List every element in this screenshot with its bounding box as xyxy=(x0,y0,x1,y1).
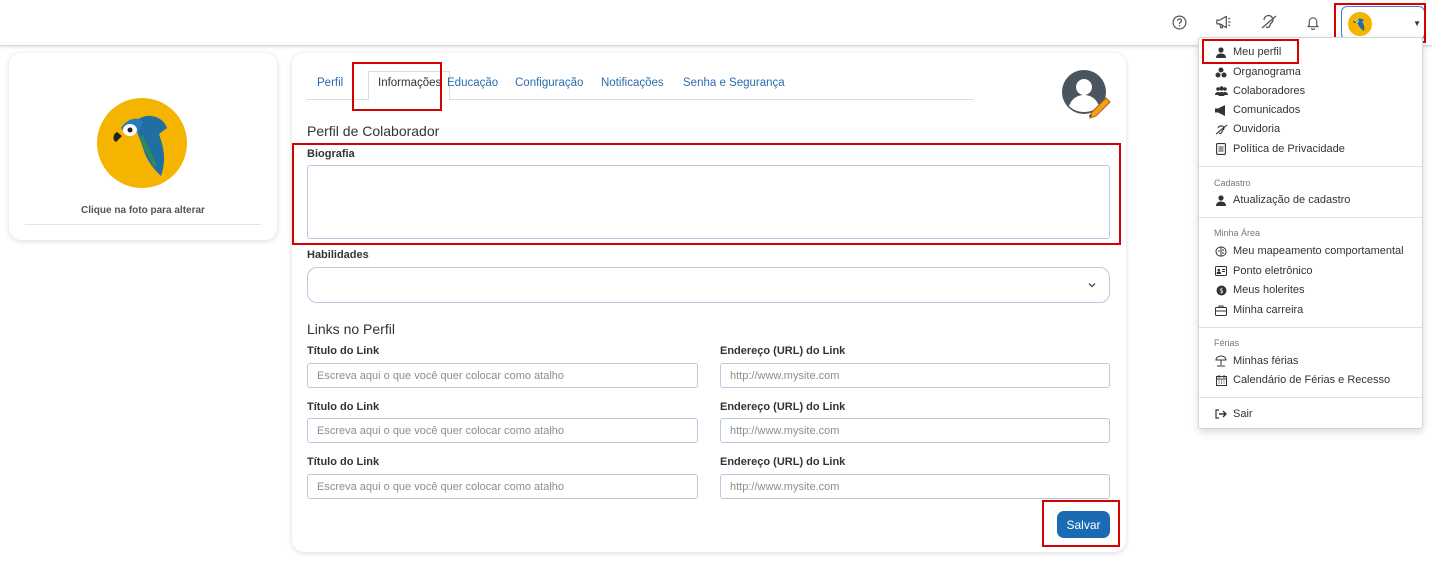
link-title-label-2: Título do Link xyxy=(307,401,380,413)
tab-perfil[interactable]: Perfil xyxy=(317,77,343,89)
skills-label: Habilidades xyxy=(307,249,369,261)
user-dropdown-menu: Meu perfil Organograma Colaboradores Com… xyxy=(1198,37,1423,429)
help-icon[interactable] xyxy=(1169,12,1189,32)
link-title-label-1: Título do Link xyxy=(307,345,380,357)
menu-divider xyxy=(1199,166,1422,167)
edit-avatar-icon[interactable] xyxy=(1060,68,1112,123)
id-card-icon xyxy=(1214,264,1228,278)
links-title: Links no Perfil xyxy=(307,321,395,337)
menu-item-sair[interactable]: Sair xyxy=(1214,406,1253,422)
briefcase-icon xyxy=(1214,303,1228,317)
menu-divider xyxy=(1199,217,1422,218)
menu-item-atualizacao-cadastro[interactable]: Atualização de cadastro xyxy=(1214,192,1350,208)
tab-notificacoes[interactable]: Notificações xyxy=(601,77,664,89)
menu-item-comunicados[interactable]: Comunicados xyxy=(1214,102,1300,118)
menu-item-meu-perfil[interactable]: Meu perfil xyxy=(1214,44,1281,60)
tab-configuracao[interactable]: Configuração xyxy=(515,77,583,89)
sign-out-icon xyxy=(1214,407,1228,421)
users-icon xyxy=(1214,84,1228,98)
tab-senha-seguranca[interactable]: Senha e Segurança xyxy=(683,77,785,89)
link-url-label-1: Endereço (URL) do Link xyxy=(720,345,846,357)
menu-section-minha-area: Minha Área xyxy=(1214,228,1261,238)
menu-item-colaboradores[interactable]: Colaboradores xyxy=(1214,83,1305,99)
ear-icon xyxy=(1214,122,1228,136)
user-menu-button[interactable]: ▼ xyxy=(1341,6,1425,40)
link-url-input-2[interactable] xyxy=(720,418,1110,443)
section-title: Perfil de Colaborador xyxy=(307,123,440,139)
user-icon xyxy=(1214,193,1228,207)
save-button[interactable]: Salvar xyxy=(1057,511,1110,538)
menu-divider xyxy=(1199,397,1422,398)
umbrella-beach-icon xyxy=(1214,354,1228,368)
menu-item-organograma[interactable]: Organograma xyxy=(1214,64,1301,80)
link-title-input-1[interactable] xyxy=(307,363,698,388)
megaphone-icon[interactable] xyxy=(1213,12,1233,32)
sitemap-icon xyxy=(1214,65,1228,79)
photo-caption: Clique na foto para alterar xyxy=(81,205,205,216)
ear-icon[interactable] xyxy=(1259,12,1279,32)
menu-section-cadastro: Cadastro xyxy=(1214,178,1251,188)
divider xyxy=(25,224,261,225)
link-url-input-1[interactable] xyxy=(720,363,1110,388)
menu-item-calendario-ferias[interactable]: Calendário de Férias e Recesso xyxy=(1214,372,1390,388)
skills-select[interactable] xyxy=(307,267,1110,303)
menu-item-ouvidoria[interactable]: Ouvidoria xyxy=(1214,121,1280,137)
menu-section-ferias: Férias xyxy=(1214,338,1240,348)
profile-tabs: Perfil Informações Educação Configuração… xyxy=(306,71,974,101)
money-icon: $ xyxy=(1214,283,1228,297)
bell-icon[interactable] xyxy=(1303,12,1323,32)
link-title-label-3: Título do Link xyxy=(307,456,380,468)
profile-photo[interactable] xyxy=(97,98,187,191)
menu-item-politica-privacidade[interactable]: Política de Privacidade xyxy=(1214,141,1345,157)
tab-informacoes[interactable]: Informações xyxy=(378,77,441,89)
megaphone-icon xyxy=(1214,103,1228,117)
profile-form-card: Perfil Informações Educação Configuração… xyxy=(292,53,1126,552)
chevron-down-icon xyxy=(1087,279,1097,293)
tab-educacao[interactable]: Educação xyxy=(447,77,498,89)
menu-item-holerites[interactable]: $ Meus holerites xyxy=(1214,282,1305,298)
calendar-icon xyxy=(1214,373,1228,387)
brain-icon xyxy=(1214,244,1228,258)
avatar xyxy=(1348,12,1372,39)
svg-text:$: $ xyxy=(1219,287,1223,295)
link-url-label-3: Endereço (URL) do Link xyxy=(720,456,846,468)
link-url-input-3[interactable] xyxy=(720,474,1110,499)
document-icon xyxy=(1214,142,1228,156)
profile-photo-card: Clique na foto para alterar xyxy=(9,53,277,240)
bio-label: Biografia xyxy=(307,148,355,160)
link-url-label-2: Endereço (URL) do Link xyxy=(720,401,846,413)
chevron-down-icon: ▼ xyxy=(1413,19,1421,28)
link-title-input-2[interactable] xyxy=(307,418,698,443)
menu-item-carreira[interactable]: Minha carreira xyxy=(1214,302,1303,318)
bio-textarea[interactable] xyxy=(307,165,1110,239)
menu-item-mapeamento[interactable]: Meu mapeamento comportamental xyxy=(1214,243,1404,259)
menu-item-ponto-eletronico[interactable]: Ponto eletrônico xyxy=(1214,263,1313,279)
user-icon xyxy=(1214,45,1228,59)
menu-item-minhas-ferias[interactable]: Minhas férias xyxy=(1214,353,1298,369)
menu-divider xyxy=(1199,327,1422,328)
link-title-input-3[interactable] xyxy=(307,474,698,499)
